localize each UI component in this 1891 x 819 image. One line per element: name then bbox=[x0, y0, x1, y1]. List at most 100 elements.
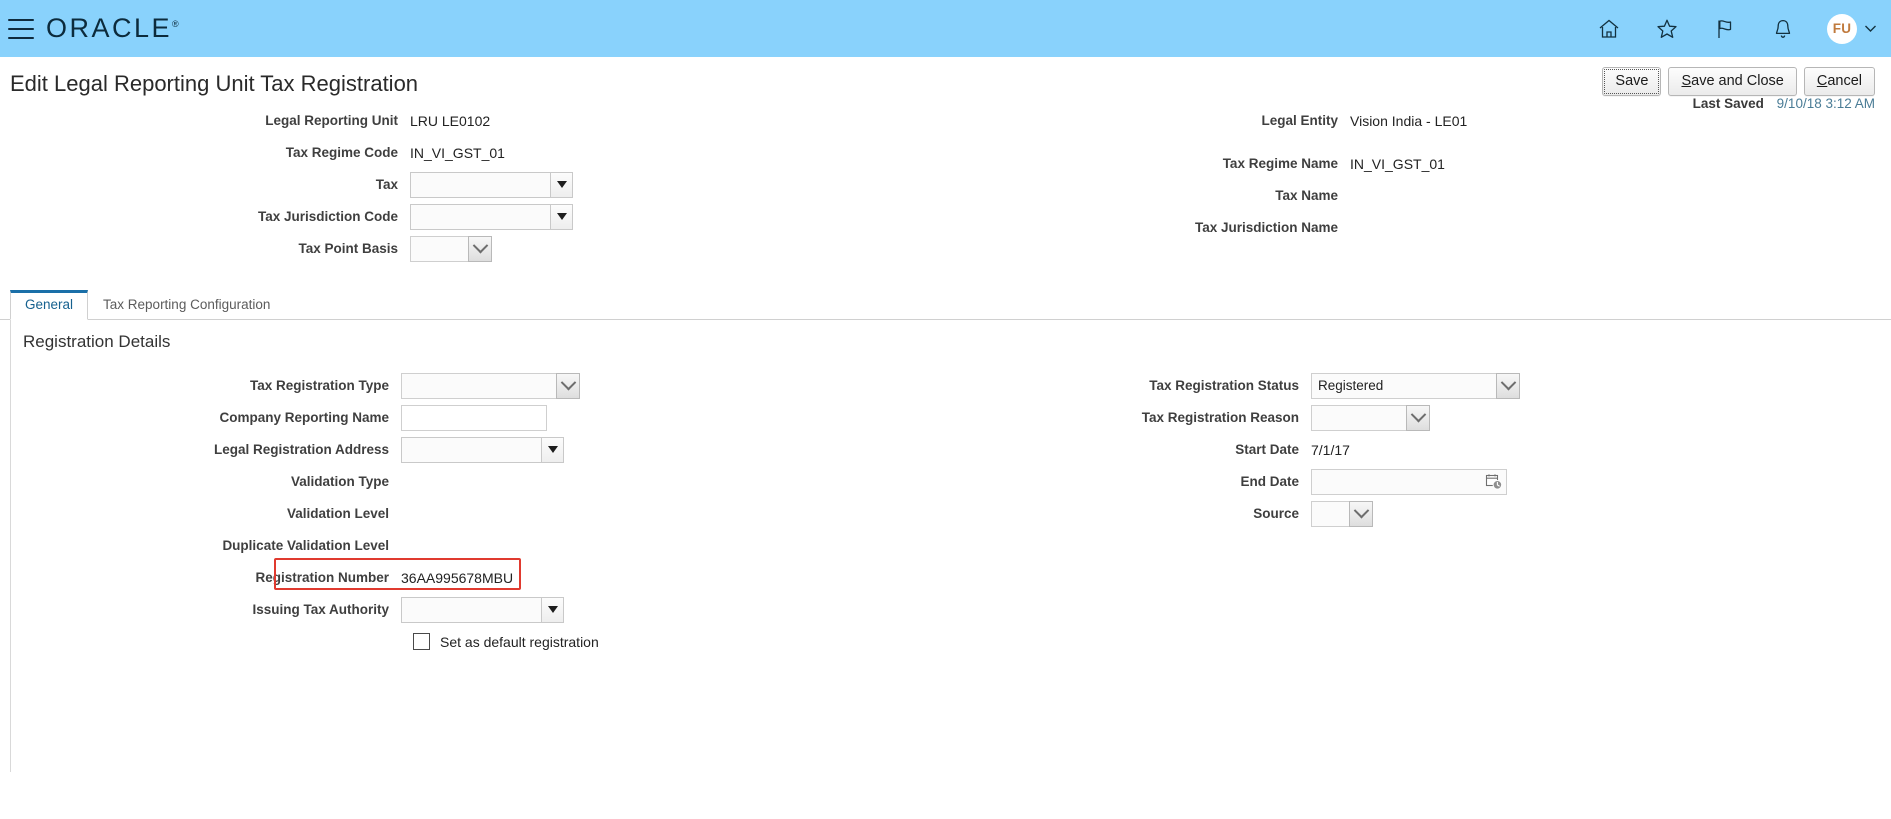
oracle-brand-text: ORACLE bbox=[46, 13, 173, 43]
chevron-down-icon[interactable] bbox=[468, 235, 492, 262]
field-label: Tax Name bbox=[1275, 188, 1338, 203]
flag-icon[interactable] bbox=[1711, 15, 1739, 43]
save-and-close-button[interactable]: Save and Close bbox=[1668, 67, 1797, 96]
tax-point-basis-value bbox=[410, 235, 468, 262]
field-legal-reporting-unit: Legal Reporting Unit LRU LE0102 bbox=[0, 105, 820, 136]
tab-general[interactable]: General bbox=[10, 290, 89, 320]
source-value bbox=[1311, 500, 1349, 527]
tax-registration-status-select[interactable]: Registered bbox=[1311, 372, 1520, 399]
field-value: LRU LE0102 bbox=[410, 112, 491, 129]
save-button-label: Save bbox=[1615, 73, 1649, 89]
set-as-default-registration-row: Set as default registration bbox=[413, 633, 801, 650]
header-attributes-left: Legal Reporting Unit LRU LE0102 Tax Regi… bbox=[0, 105, 820, 265]
tab-bar: General Tax Reporting Configuration bbox=[0, 287, 1891, 320]
set-as-default-registration-label: Set as default registration bbox=[440, 633, 599, 650]
field-tax-name: Tax Name bbox=[940, 180, 1760, 211]
field-duplicate-validation-level: Duplicate Validation Level bbox=[1, 530, 801, 561]
field-label: Tax Regime Code bbox=[285, 145, 398, 160]
legal-registration-address-dropdown-icon[interactable] bbox=[541, 436, 564, 463]
tax-registration-reason-value bbox=[1311, 404, 1406, 431]
field-label: Tax Jurisdiction Name bbox=[1194, 220, 1338, 235]
field-tax: Tax bbox=[0, 169, 820, 200]
legal-registration-address-lov[interactable] bbox=[401, 436, 564, 463]
tax-jurisdiction-code-dropdown-icon[interactable] bbox=[550, 203, 573, 230]
user-menu[interactable]: FU bbox=[1827, 13, 1877, 44]
chevron-down-icon[interactable] bbox=[1864, 22, 1877, 35]
global-header-icons: FU bbox=[1595, 0, 1877, 57]
tax-jurisdiction-code-lov[interactable] bbox=[410, 203, 573, 230]
field-label: Tax Jurisdiction Code bbox=[257, 209, 398, 224]
tax-registration-reason-select[interactable] bbox=[1311, 404, 1430, 431]
end-date-input[interactable] bbox=[1311, 468, 1507, 495]
chevron-down-icon[interactable] bbox=[1496, 372, 1520, 399]
field-label: Duplicate Validation Level bbox=[222, 538, 389, 553]
field-validation-level: Validation Level bbox=[1, 498, 801, 529]
field-label: Tax bbox=[375, 177, 398, 192]
set-as-default-registration-checkbox[interactable] bbox=[413, 633, 430, 650]
tax-lov[interactable] bbox=[410, 171, 573, 198]
registration-details-grid: Tax Registration Type Company Reporting … bbox=[11, 370, 1891, 750]
field-label: Registration Number bbox=[255, 570, 389, 585]
source-select[interactable] bbox=[1311, 500, 1373, 527]
field-tax-regime-code: Tax Regime Code IN_VI_GST_01 bbox=[0, 137, 820, 168]
tax-jurisdiction-code-input[interactable] bbox=[410, 203, 550, 230]
page-title-bar: Edit Legal Reporting Unit Tax Registrati… bbox=[0, 57, 1891, 105]
field-label: Source bbox=[1253, 506, 1299, 521]
tab-tax-reporting-configuration[interactable]: Tax Reporting Configuration bbox=[88, 290, 285, 320]
field-label: Company Reporting Name bbox=[219, 410, 389, 425]
favorites-star-icon[interactable] bbox=[1653, 15, 1681, 43]
page-title: Edit Legal Reporting Unit Tax Registrati… bbox=[10, 71, 419, 96]
page-action-buttons: Save Save and Close Cancel bbox=[1602, 67, 1875, 96]
field-company-reporting-name: Company Reporting Name bbox=[1, 402, 801, 433]
field-tax-registration-status: Tax Registration Status Registered bbox=[911, 370, 1731, 401]
field-value: Vision India - LE01 bbox=[1350, 112, 1468, 129]
issuing-tax-authority-dropdown-icon[interactable] bbox=[541, 596, 564, 623]
field-source: Source bbox=[911, 498, 1731, 529]
bell-notification-icon[interactable] bbox=[1769, 15, 1797, 43]
chevron-down-icon[interactable] bbox=[1349, 500, 1373, 527]
hamburger-menu-icon[interactable] bbox=[8, 18, 34, 39]
company-reporting-name-input[interactable] bbox=[401, 404, 547, 431]
field-tax-jurisdiction-name: Tax Jurisdiction Name bbox=[940, 212, 1760, 243]
oracle-trademark: ® bbox=[172, 19, 179, 29]
global-header: ORACLE® FU bbox=[0, 0, 1891, 57]
registration-details-panel: Registration Details Tax Registration Ty… bbox=[10, 320, 1891, 772]
legal-registration-address-input[interactable] bbox=[401, 436, 541, 463]
tax-registration-type-select[interactable] bbox=[401, 372, 580, 399]
chevron-down-icon[interactable] bbox=[1406, 404, 1430, 431]
start-date-value: 7/1/17 bbox=[1311, 441, 1350, 458]
header-attributes: Legal Reporting Unit LRU LE0102 Tax Regi… bbox=[0, 105, 1891, 277]
tax-point-basis-select[interactable] bbox=[410, 235, 492, 262]
field-tax-registration-reason: Tax Registration Reason bbox=[911, 402, 1731, 433]
field-label: Legal Reporting Unit bbox=[265, 113, 398, 128]
chevron-down-icon[interactable] bbox=[556, 372, 580, 399]
field-label: Tax Registration Type bbox=[249, 378, 389, 393]
tax-input[interactable] bbox=[410, 171, 550, 198]
field-label: Validation Type bbox=[290, 474, 389, 489]
field-registration-number: Registration Number 36AA995678MBU bbox=[1, 562, 801, 593]
field-start-date: Start Date 7/1/17 bbox=[911, 434, 1731, 465]
calendar-clock-icon[interactable] bbox=[1485, 473, 1503, 496]
field-label: Legal Registration Address bbox=[213, 442, 389, 457]
issuing-tax-authority-lov[interactable] bbox=[401, 596, 564, 623]
tax-lov-dropdown-icon[interactable] bbox=[550, 171, 573, 198]
registration-details-left: Tax Registration Type Company Reporting … bbox=[1, 370, 801, 650]
field-tax-registration-type: Tax Registration Type bbox=[1, 370, 801, 401]
field-tax-jurisdiction-code: Tax Jurisdiction Code bbox=[0, 201, 820, 232]
home-icon[interactable] bbox=[1595, 15, 1623, 43]
cancel-button[interactable]: Cancel bbox=[1803, 67, 1875, 96]
field-tax-regime-name: Tax Regime Name IN_VI_GST_01 bbox=[940, 148, 1760, 179]
end-date-field[interactable] bbox=[1311, 468, 1507, 496]
registration-number-value: 36AA995678MBU bbox=[401, 569, 514, 586]
field-label: Tax Registration Reason bbox=[1141, 410, 1299, 425]
avatar: FU bbox=[1827, 13, 1857, 44]
tax-registration-status-value: Registered bbox=[1311, 372, 1496, 399]
issuing-tax-authority-input[interactable] bbox=[401, 596, 541, 623]
field-label: Tax Regime Name bbox=[1222, 156, 1338, 171]
field-issuing-tax-authority: Issuing Tax Authority bbox=[1, 594, 801, 625]
header-attributes-right: Legal Entity Vision India - LE01 Tax Reg… bbox=[940, 105, 1760, 244]
field-legal-entity: Legal Entity Vision India - LE01 bbox=[940, 105, 1760, 136]
save-button[interactable]: Save bbox=[1602, 67, 1662, 96]
field-label: Tax Point Basis bbox=[298, 241, 398, 256]
field-legal-registration-address: Legal Registration Address bbox=[1, 434, 801, 465]
